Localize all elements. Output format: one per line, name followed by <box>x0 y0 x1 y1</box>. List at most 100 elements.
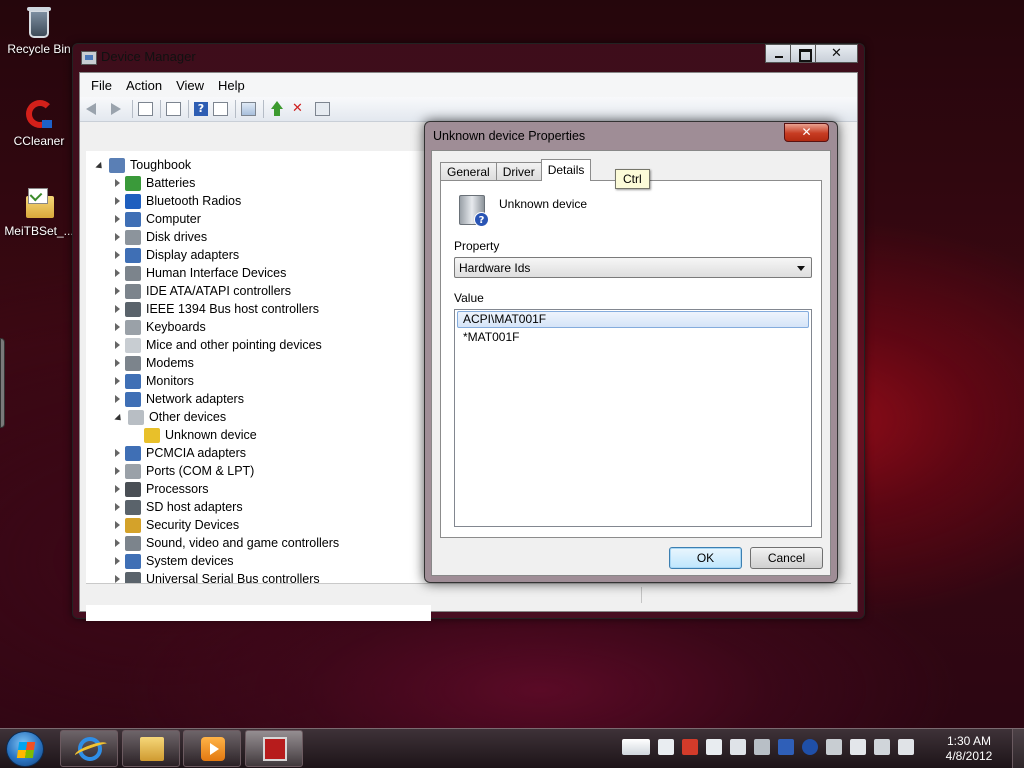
minimize-button[interactable] <box>765 44 791 63</box>
tree-item[interactable]: Human Interface Devices <box>115 264 286 282</box>
taskbar-media-player[interactable] <box>183 730 241 767</box>
back-arrow-icon[interactable] <box>84 101 102 117</box>
power-icon[interactable] <box>850 739 866 755</box>
collapse-icon[interactable] <box>114 413 124 423</box>
expand-icon[interactable] <box>115 449 120 457</box>
wireless-manager-icon[interactable] <box>778 739 794 755</box>
tab-general[interactable]: General <box>440 162 497 181</box>
expand-icon[interactable] <box>115 233 120 241</box>
volume-icon[interactable] <box>898 739 914 755</box>
tree-item[interactable]: Computer <box>115 210 201 228</box>
desktop-icon-ccleaner[interactable]: CCleaner <box>1 98 77 148</box>
tree-item[interactable]: Modems <box>115 354 194 372</box>
tree-item[interactable]: Other devices <box>114 408 226 426</box>
taskbar-device-manager[interactable] <box>245 730 303 767</box>
tree-item[interactable]: SD host adapters <box>115 498 243 516</box>
tree-item[interactable]: PCMCIA adapters <box>115 444 246 462</box>
tree-item[interactable]: Processors <box>115 480 209 498</box>
dialog-close-button[interactable]: ✕ <box>784 123 829 142</box>
tree-item[interactable]: IEEE 1394 Bus host controllers <box>115 300 319 318</box>
tree-item[interactable]: Bluetooth Radios <box>115 192 241 210</box>
signal-strength-icon[interactable] <box>874 739 890 755</box>
expand-icon[interactable] <box>115 359 120 367</box>
expand-icon[interactable] <box>115 395 120 403</box>
bluetooth-tray-icon[interactable] <box>802 739 818 755</box>
expand-icon[interactable] <box>115 197 120 205</box>
list-item[interactable]: *MAT001F <box>457 329 809 346</box>
expand-icon[interactable] <box>115 215 120 223</box>
device-tree[interactable]: Toughbook Batteries Bluetooth Radios Compu… <box>86 151 431 621</box>
tree-child-item[interactable]: Unknown device <box>134 426 257 444</box>
forward-arrow-icon[interactable] <box>107 101 125 117</box>
start-button[interactable] <box>6 731 44 767</box>
desktop-icon-recycle-bin[interactable]: Recycle Bin <box>1 6 77 56</box>
taskbar-windows-explorer[interactable] <box>122 730 180 767</box>
scan-hardware-changes-icon[interactable] <box>241 102 256 116</box>
show-hide-action-pane-icon[interactable] <box>213 102 228 116</box>
tree-item[interactable]: IDE ATA/ATAPI controllers <box>115 282 291 300</box>
collapse-icon[interactable] <box>95 161 105 171</box>
tree-item[interactable]: Ports (COM & LPT) <box>115 462 254 480</box>
expand-icon[interactable] <box>115 377 120 385</box>
clock[interactable]: 1:30 AM 4/8/2012 <box>934 734 1004 764</box>
keyboard-tray-icon[interactable] <box>754 739 770 755</box>
sidebar-gadget-handle[interactable] <box>0 338 5 428</box>
properties-icon[interactable] <box>166 102 181 116</box>
update-driver-icon[interactable] <box>269 101 287 117</box>
menu-action[interactable]: Action <box>119 78 169 93</box>
help-icon[interactable]: ? <box>194 102 208 116</box>
action-center-flag-icon[interactable] <box>706 739 722 755</box>
tree-item[interactable]: Sound, video and game controllers <box>115 534 339 552</box>
pen-input-icon[interactable] <box>622 739 650 755</box>
maximize-button[interactable] <box>790 44 816 63</box>
menu-file[interactable]: File <box>84 78 119 93</box>
tree-item[interactable]: Network adapters <box>115 390 244 408</box>
uninstall-device-icon[interactable]: ✕ <box>292 101 310 117</box>
tab-details[interactable]: Details <box>540 159 592 181</box>
expand-icon[interactable] <box>115 521 120 529</box>
tree-item[interactable]: Mice and other pointing devices <box>115 336 322 354</box>
value-listbox[interactable]: ACPI\MAT001F *MAT001F <box>454 309 812 527</box>
tree-item[interactable]: Monitors <box>115 372 194 390</box>
menu-view[interactable]: View <box>169 78 211 93</box>
tree-item[interactable]: System devices <box>115 552 234 570</box>
display-settings-icon[interactable] <box>682 739 698 755</box>
tree-root[interactable]: Toughbook <box>95 156 191 174</box>
expand-icon[interactable] <box>115 575 120 583</box>
expand-icon[interactable] <box>115 269 120 277</box>
expand-icon[interactable] <box>115 179 120 187</box>
cursor-icon[interactable] <box>730 739 746 755</box>
tree-item[interactable]: Keyboards <box>115 318 206 336</box>
tab-driver[interactable]: Driver <box>495 162 542 181</box>
computer-icon <box>125 211 141 227</box>
expand-icon[interactable] <box>115 503 120 511</box>
expand-icon[interactable] <box>115 485 120 493</box>
show-hide-console-tree-icon[interactable] <box>138 102 153 116</box>
tree-item[interactable]: Display adapters <box>115 246 239 264</box>
expand-icon[interactable] <box>115 305 120 313</box>
expand-icon[interactable] <box>115 251 120 259</box>
device-name: Unknown device <box>499 197 588 211</box>
title-bar[interactable]: Device Manager ✕ <box>73 44 864 72</box>
cancel-button[interactable]: Cancel <box>750 547 823 569</box>
enable-device-icon[interactable] <box>315 102 330 116</box>
menu-help[interactable]: Help <box>211 78 252 93</box>
taskbar-internet-explorer[interactable] <box>60 730 118 767</box>
fn-key-icon[interactable] <box>658 739 674 755</box>
expand-icon[interactable] <box>115 323 120 331</box>
tree-item[interactable]: Disk drives <box>115 228 207 246</box>
ok-button[interactable]: OK <box>669 547 742 569</box>
property-dropdown[interactable]: Hardware Ids <box>454 257 812 278</box>
expand-icon[interactable] <box>115 539 120 547</box>
expand-icon[interactable] <box>115 557 120 565</box>
expand-icon[interactable] <box>115 467 120 475</box>
tree-item[interactable]: Batteries <box>115 174 195 192</box>
expand-icon[interactable] <box>115 287 120 295</box>
expand-icon[interactable] <box>115 341 120 349</box>
list-item[interactable]: ACPI\MAT001F <box>457 311 809 328</box>
show-desktop-button[interactable] <box>1012 729 1024 768</box>
tree-item[interactable]: Security Devices <box>115 516 239 534</box>
close-button[interactable]: ✕ <box>815 44 858 63</box>
desktop-icon-meitbset[interactable]: MeiTBSet_... <box>1 188 77 238</box>
network-tools-icon[interactable] <box>826 739 842 755</box>
